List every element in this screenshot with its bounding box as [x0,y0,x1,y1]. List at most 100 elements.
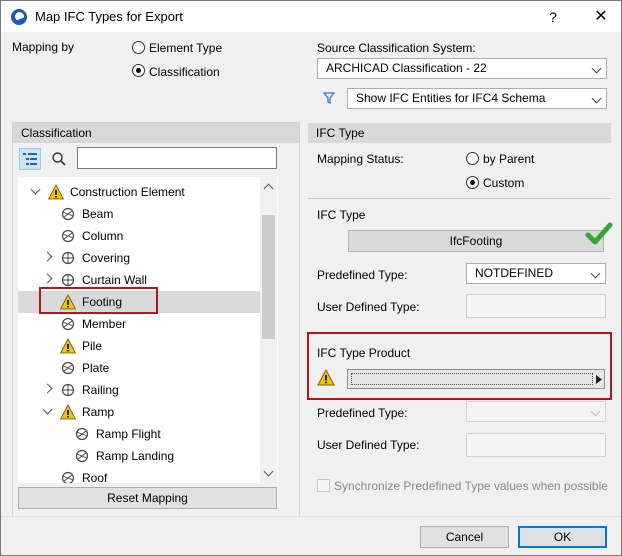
tree-item-label: Ramp [82,405,115,419]
help-button[interactable]: ? [538,7,568,27]
title-bar: Map IFC Types for Export ? ✕ [1,1,621,32]
tree-item-label: Ramp Landing [96,449,175,463]
tree-item[interactable]: Roof [18,467,260,483]
tree-item[interactable]: Covering [18,247,260,269]
chevron-down-icon [590,268,601,279]
classification-search-input[interactable] [77,147,277,169]
chevron-right-icon [596,375,602,384]
radio-classification[interactable] [132,64,145,77]
source-classification-select[interactable]: ARCHICAD Classification - 22 [317,58,607,79]
classification-header: Classification [13,123,299,143]
tree-item[interactable]: Ramp Landing [18,445,260,467]
radio-custom-label[interactable]: Custom [483,176,524,190]
tree-item-label: Curtain Wall [82,273,147,287]
ifc-schema-filter-value: Show IFC Entities for IFC4 Schema [356,91,546,105]
divider [308,198,611,199]
footer-divider [1,516,621,517]
tree-item[interactable]: Beam [18,203,260,225]
predefined-type-select[interactable]: NOTDEFINED [466,263,606,284]
warning-classification-icon [60,404,76,420]
tree-item-label: Ramp Flight [96,427,161,441]
ifc-schema-filter-select[interactable]: Show IFC Entities for IFC4 Schema [347,88,607,109]
product-user-defined-type-label: User Defined Type: [317,438,420,452]
user-defined-type-input [466,294,606,318]
tree-item-label: Covering [82,251,131,265]
scroll-up-icon[interactable] [263,183,274,194]
reset-mapping-button[interactable]: Reset Mapping [18,487,277,509]
ok-button[interactable]: OK [518,526,607,548]
source-classification-label: Source Classification System: [317,41,476,55]
classification-element-icon [75,427,89,441]
product-predefined-type-select [466,401,606,422]
tree-item-label: Member [82,317,127,331]
ifc-type-product-label: IFC Type Product [317,346,411,360]
tree-item[interactable]: Column [18,225,260,247]
tree-item-label: Railing [82,383,119,397]
tree-item-label: Roof [82,471,108,483]
ifc-type-label: IFC Type [317,208,366,222]
mapping-status-label: Mapping Status: [317,152,404,166]
chevron-down-icon [591,63,602,74]
cancel-button[interactable]: Cancel [420,526,509,548]
tree-item-label: Beam [82,207,114,221]
scrollbar-thumb[interactable] [262,215,275,339]
product-predefined-type-label: Predefined Type: [317,406,408,420]
footing-highlight-box [39,287,158,314]
focus-rect [351,373,593,385]
radio-by-parent-label[interactable]: by Parent [483,152,534,166]
radio-element-type-label[interactable]: Element Type [149,41,222,55]
tree-item[interactable]: Construction Element [18,181,260,203]
mapping-by-label: Mapping by [12,40,75,54]
search-icon [52,152,66,166]
ifc-type-header: IFC Type [308,123,611,143]
classification-element-icon [61,471,75,483]
radio-classification-label[interactable]: Classification [149,65,220,79]
expand-closed-icon[interactable] [42,383,53,394]
classification-element-icon [61,317,75,331]
close-button[interactable]: ✕ [586,7,616,27]
window-title: Map IFC Types for Export [35,9,183,24]
filter-icon [323,92,335,104]
expand-open-icon[interactable] [42,404,53,415]
expand-closed-icon[interactable] [42,273,53,284]
warning-classification-icon [60,338,76,354]
classification-element-icon [61,229,75,243]
classification-element-icon [61,361,75,375]
tree-item[interactable]: Railing [18,379,260,401]
product-user-defined-type-input [466,433,606,457]
tree-item[interactable]: Ramp [18,401,260,423]
tree-item[interactable]: Pile [18,335,260,357]
classification-element-icon [75,449,89,463]
expand-open-icon[interactable] [30,184,41,195]
scroll-down-icon[interactable] [263,466,274,477]
tree-item[interactable]: Ramp Flight [18,423,260,445]
tree-item-label: Construction Element [70,185,185,199]
ifc-type-button[interactable]: IfcFooting [348,230,604,252]
warning-icon [317,369,335,386]
chevron-down-icon [591,93,602,104]
classification-tree[interactable]: Construction Element Beam Column Covering Cu… [18,177,278,483]
source-classification-value: ARCHICAD Classification - 22 [326,61,487,75]
radio-custom[interactable] [466,176,479,189]
warning-classification-icon [48,184,64,200]
sync-predefined-label: Synchronize Predefined Type values when … [334,479,608,493]
classification-branch-icon [61,273,75,287]
tree-item-label: Pile [82,339,103,353]
tree-scrollbar[interactable] [260,177,277,483]
tree-view-toggle-button[interactable] [19,148,41,170]
sync-predefined-checkbox [317,479,330,492]
radio-element-type[interactable] [132,41,145,54]
ifc-type-product-highlight-box [307,332,612,400]
user-defined-type-label: User Defined Type: [317,300,420,314]
tree-item[interactable]: Plate [18,357,260,379]
classification-element-icon [61,207,75,221]
tree-item[interactable]: Member [18,313,260,335]
ifc-type-product-button[interactable] [347,369,605,389]
radio-by-parent[interactable] [466,152,479,165]
check-mark-icon [585,222,613,245]
chevron-down-icon [590,406,601,417]
classification-branch-icon [61,383,75,397]
tree-item-label: Column [82,229,124,243]
expand-closed-icon[interactable] [42,251,53,262]
tree-view-icon [23,153,37,165]
